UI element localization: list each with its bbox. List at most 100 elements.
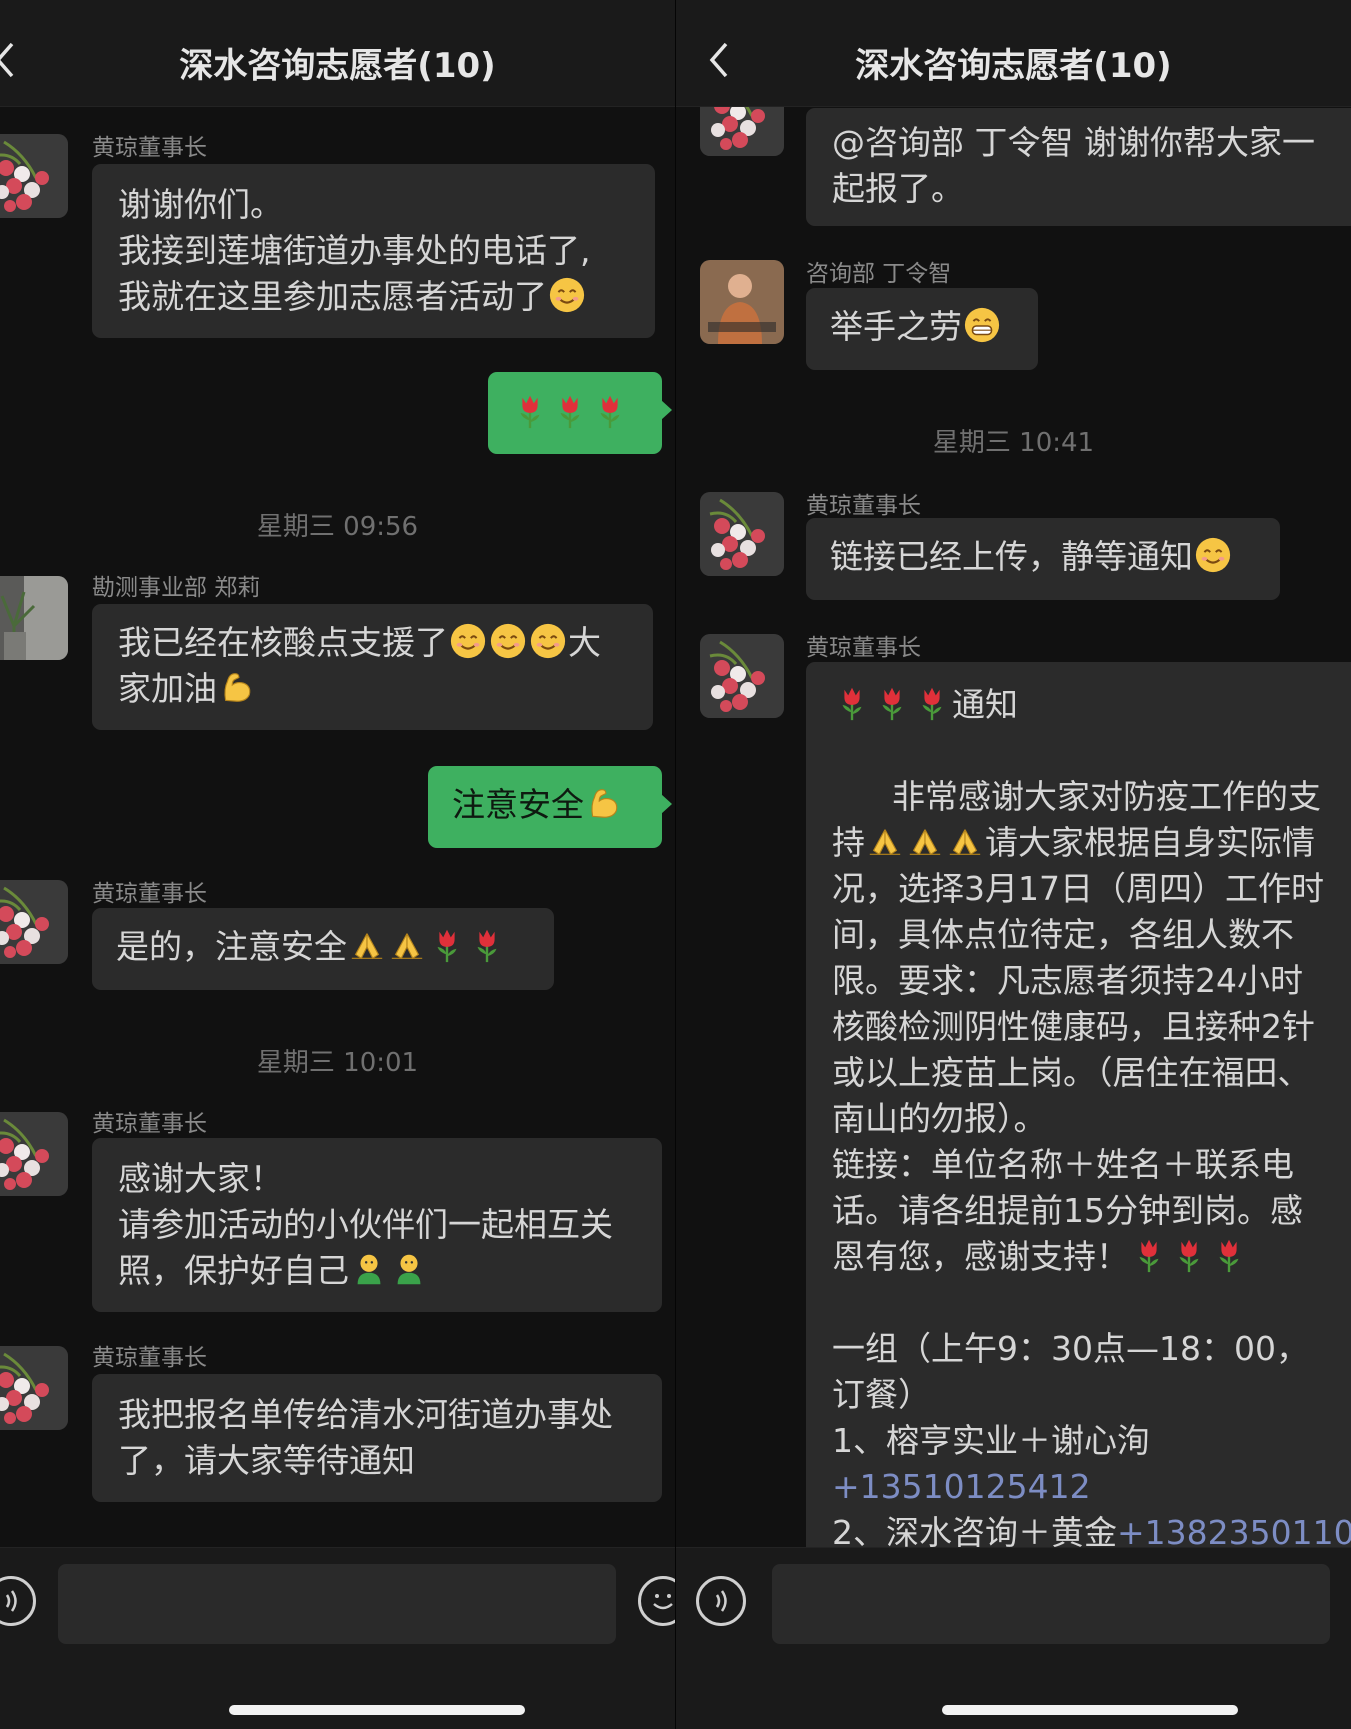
- message-input[interactable]: [772, 1564, 1330, 1644]
- message-line: 我已经在核酸点支援了: [118, 623, 448, 662]
- grin-icon: [963, 306, 1001, 344]
- message-line: 核酸检测阴性健康码，且接种2针: [832, 1007, 1315, 1046]
- tulip-icon: [1170, 1236, 1208, 1274]
- chat-title: 深水咨询志愿者(10): [855, 46, 1172, 86]
- message-input[interactable]: [58, 1564, 616, 1644]
- tulip-icon: [428, 926, 466, 964]
- avatar[interactable]: [700, 260, 784, 344]
- message-line: 1、榕亨实业＋谢心洵: [832, 1421, 1150, 1460]
- emoji-face-icon[interactable]: [638, 1576, 675, 1626]
- sender-name: 黄琼董事长: [92, 1345, 207, 1371]
- tulip-icon: [468, 926, 506, 964]
- chat-pane-right: @咨询部 丁令智 谢谢你帮大家一 起报了。 深水咨询志愿者(10) 咨询部 丁令…: [676, 0, 1351, 1729]
- message-line: 请大家根据自身实际情: [985, 823, 1315, 862]
- message-line: 感谢大家！: [118, 1159, 283, 1198]
- notice-heading: 通知: [952, 685, 1018, 724]
- timestamp: 星期三 10:01: [256, 1048, 419, 1078]
- smile-icon: [529, 622, 567, 660]
- chat-pane-left: 深水咨询志愿者(10) 黄琼董事长 谢谢你们。 我接到莲塘街道办事处的电话了, …: [0, 0, 675, 1729]
- timestamp: 星期三 09:56: [256, 512, 419, 542]
- avatar[interactable]: [0, 576, 68, 660]
- home-indicator[interactable]: [229, 1705, 525, 1715]
- voice-icon[interactable]: [0, 1576, 36, 1626]
- smile-icon: [489, 622, 527, 660]
- people-icon: [350, 1250, 388, 1288]
- message-line: 了，请大家等待通知: [118, 1441, 415, 1480]
- message-line: 我把报名单传给清水河街道办事处: [118, 1395, 613, 1434]
- message-line: 我就在这里参加志愿者活动了: [118, 277, 547, 316]
- message-bubble[interactable]: 举手之劳: [806, 288, 1038, 370]
- muscle-icon: [218, 668, 256, 706]
- smile-icon: [1194, 536, 1232, 574]
- home-indicator[interactable]: [942, 1705, 1238, 1715]
- message-line: 起报了。: [832, 169, 964, 208]
- message-line: 谢谢你们。: [118, 185, 283, 224]
- message-bubble[interactable]: @咨询部 丁令智 谢谢你帮大家一 起报了。: [806, 108, 1351, 226]
- avatar[interactable]: [700, 492, 784, 576]
- message-bubble[interactable]: 我已经在核酸点支援了 大 家加油: [92, 604, 653, 730]
- tulip-icon: [591, 392, 629, 430]
- message-line: 南山的勿报）。: [832, 1099, 1047, 1138]
- tulip-icon: [511, 392, 549, 430]
- pray-icon: [866, 822, 904, 860]
- pray-icon: [946, 822, 984, 860]
- people-icon: [390, 1250, 428, 1288]
- sender-name: 黄琼董事长: [92, 1111, 207, 1137]
- pray-icon: [388, 926, 426, 964]
- input-bar: [0, 1547, 675, 1729]
- voice-icon[interactable]: [696, 1576, 746, 1626]
- message-line: 恩有您，感谢支持！: [832, 1237, 1129, 1276]
- avatar[interactable]: [0, 1346, 68, 1430]
- pray-icon: [906, 822, 944, 860]
- tulip-icon: [551, 392, 589, 430]
- message-line: 链接：单位名称＋姓名＋联系电: [832, 1145, 1294, 1184]
- message-line: 我接到莲塘街道办事处的电话了,: [118, 231, 591, 270]
- message-text: 注意安全: [452, 785, 584, 824]
- sender-name: 咨询部 丁令智: [806, 261, 952, 287]
- smile-icon: [449, 622, 487, 660]
- message-line: 订餐）: [832, 1375, 931, 1414]
- pray-icon: [348, 926, 386, 964]
- message-bubble[interactable]: 我把报名单传给清水河街道办事处 了，请大家等待通知: [92, 1374, 662, 1502]
- message-text: 举手之劳: [830, 307, 962, 346]
- message-line: 一组（上午9：30点—18：00，: [832, 1329, 1309, 1368]
- avatar[interactable]: [700, 634, 784, 718]
- sender-name: 黄琼董事长: [806, 493, 921, 519]
- tulip-icon: [1130, 1236, 1168, 1274]
- message-line: 家加油: [118, 669, 217, 708]
- message-line: 照，保护好自己: [118, 1251, 349, 1290]
- phone-link[interactable]: +13510125412: [832, 1464, 1340, 1510]
- message-line: @咨询部 丁令智 谢谢你帮大家一: [832, 123, 1315, 162]
- message-text: 链接已经上传，静等通知: [830, 537, 1193, 576]
- my-message-bubble[interactable]: [488, 372, 672, 454]
- tulip-icon: [873, 684, 911, 722]
- message-line: 限。要求：凡志愿者须持24小时: [832, 961, 1303, 1000]
- sender-name: 黄琼董事长: [92, 135, 207, 161]
- message-line: 大: [568, 623, 601, 662]
- chat-title: 深水咨询志愿者(10): [179, 46, 496, 86]
- message-bubble[interactable]: 链接已经上传，静等通知: [806, 518, 1280, 600]
- timestamp: 星期三 10:41: [932, 428, 1095, 458]
- avatar[interactable]: [0, 1112, 68, 1196]
- sender-name: 勘测事业部 郑莉: [92, 575, 261, 601]
- message-bubble[interactable]: 感谢大家！ 请参加活动的小伙伴们一起相互关 照，保护好自己: [92, 1138, 662, 1312]
- sender-name: 黄琼董事长: [806, 635, 921, 661]
- message-bubble[interactable]: 是的，注意安全: [92, 908, 554, 990]
- message-text: 是的，注意安全: [116, 927, 347, 966]
- tulip-icon: [833, 684, 871, 722]
- message-line: 况，选择3月17日（周四）工作时: [832, 869, 1324, 908]
- message-bubble[interactable]: 谢谢你们。 我接到莲塘街道办事处的电话了, 我就在这里参加志愿者活动了: [92, 164, 655, 338]
- input-bar: [676, 1547, 1351, 1729]
- message-line: 或以上疫苗上岗。（居住在福田、: [832, 1053, 1311, 1092]
- message-line: 请参加活动的小伙伴们一起相互关: [118, 1205, 613, 1244]
- sender-name: 黄琼董事长: [92, 881, 207, 907]
- tulip-icon: [913, 684, 951, 722]
- chat-header: 深水咨询志愿者(10): [0, 0, 675, 107]
- message-line: 非常感谢大家对防疫工作的支: [892, 777, 1321, 816]
- avatar[interactable]: [0, 880, 68, 964]
- message-line: 话。请各组提前15分钟到岗。感: [832, 1191, 1303, 1230]
- my-message-bubble[interactable]: 注意安全: [428, 766, 672, 848]
- avatar[interactable]: [0, 134, 68, 218]
- muscle-icon: [585, 784, 623, 822]
- notice-message-bubble[interactable]: 通知 非常感谢大家对防疫工作的支 持 请大家根据自身实际情 况，选择3月17日（周…: [806, 662, 1351, 1562]
